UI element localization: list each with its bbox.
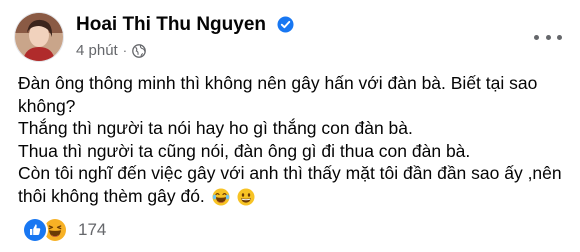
avatar[interactable] <box>14 12 64 62</box>
reaction-summary[interactable]: 174 <box>22 217 106 243</box>
avatar-photo <box>15 13 63 61</box>
post-meta: 4 phút · <box>76 42 146 59</box>
like-reaction-icon <box>22 217 48 243</box>
grinning-emoji-icon <box>237 188 255 205</box>
post-line: Đàn ông thông minh thì không nên gây hấn… <box>18 73 538 116</box>
more-options-icon[interactable] <box>534 30 562 44</box>
verified-badge-icon <box>277 16 294 33</box>
more-dot <box>557 34 562 40</box>
post-content: Đàn ông thông minh thì không nên gây hấn… <box>18 72 563 207</box>
facebook-post: Hoai Thi Thu Nguyen 4 phút · Đàn ông thô… <box>0 0 580 252</box>
post-line: Thắng thì người ta nói hay ho gì thắng c… <box>18 118 413 138</box>
author-name-text[interactable]: Hoai Thi Thu Nguyen <box>76 14 266 35</box>
more-dot <box>545 34 551 40</box>
post-line: Thua thì người ta cũng nói, đàn ông gì đ… <box>18 140 471 161</box>
reaction-count[interactable]: 174 <box>78 220 106 240</box>
post-line-last: Còn tôi nghĩ đến việc gây với anh thì th… <box>18 162 563 207</box>
laughing-emoji-icon <box>212 188 230 205</box>
author-name[interactable]: Hoai Thi Thu Nguyen <box>76 14 294 36</box>
post-time[interactable]: 4 phút <box>76 42 118 59</box>
post-line-text: Còn tôi nghĩ đến việc gây với anh thì th… <box>18 163 562 206</box>
meta-separator: · <box>122 43 128 58</box>
globe-icon[interactable] <box>132 43 146 58</box>
more-dot <box>534 34 539 40</box>
